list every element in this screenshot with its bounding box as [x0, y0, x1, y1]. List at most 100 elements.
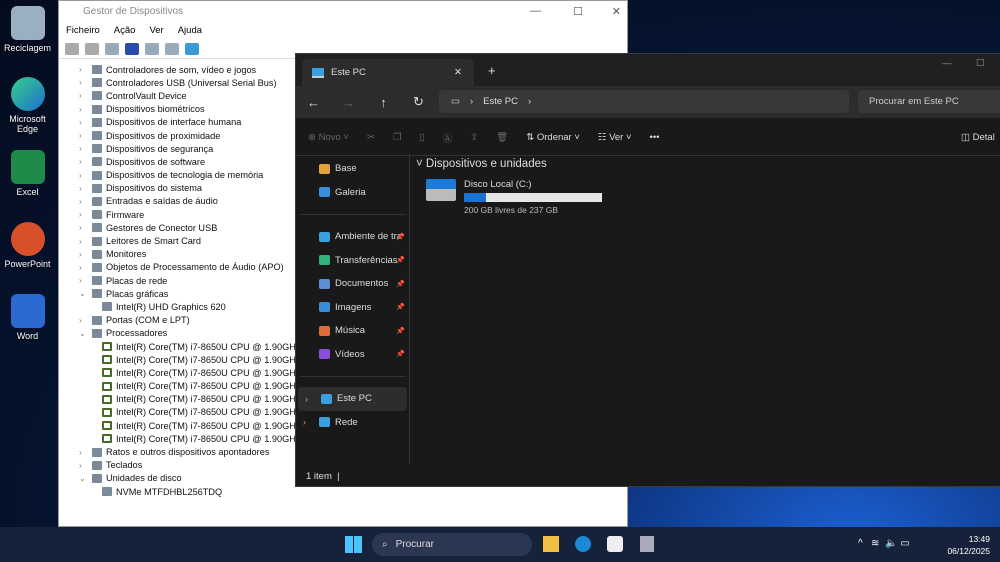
chevron-right-icon[interactable]: ›: [79, 78, 89, 87]
minimize-button[interactable]: —: [530, 5, 541, 17]
tray-icons[interactable]: ^ ≋ 🔈 ▭: [858, 538, 910, 549]
breadcrumb-este-pc[interactable]: Este PC: [483, 96, 518, 107]
drive-c[interactable]: Disco Local (C:) 200 GB livres de 237 GB: [426, 179, 602, 215]
more-button[interactable]: •••: [650, 132, 660, 143]
chevron-right-icon[interactable]: ›: [79, 250, 89, 259]
back-button[interactable]: ←: [296, 95, 331, 110]
forward-icon[interactable]: [85, 42, 99, 55]
up-button[interactable]: ↑: [366, 95, 401, 110]
store-taskbar-icon[interactable]: [607, 536, 623, 552]
search-input[interactable]: Procurar em Este PC: [858, 90, 1000, 113]
chevron-right-icon[interactable]: ›: [79, 461, 89, 470]
chevron-down-icon[interactable]: ⌄: [79, 329, 89, 338]
nav-galeria[interactable]: Galeria: [296, 181, 409, 205]
share-icon[interactable]: ⇪: [470, 132, 478, 143]
device-icon: [92, 328, 102, 338]
device-icon: [92, 289, 102, 299]
nav-pinned-item[interactable]: Documentos 📌: [296, 272, 409, 296]
chevron-right-icon[interactable]: ›: [79, 210, 89, 219]
device-icon: [92, 447, 102, 457]
close-button[interactable]: ✕: [612, 5, 621, 18]
chevron-right-icon[interactable]: ›: [79, 144, 89, 153]
chevron-right-icon[interactable]: ›: [303, 417, 306, 427]
chevron-right-icon[interactable]: ›: [79, 131, 89, 140]
tab-este-pc[interactable]: Este PC ✕: [302, 59, 474, 86]
nav-pinned-item[interactable]: Imagens 📌: [296, 296, 409, 320]
chevron-right-icon[interactable]: ›: [79, 91, 89, 100]
nav-este-pc[interactable]: › Este PC: [298, 387, 407, 411]
device-icon: [92, 460, 102, 470]
chevron-right-icon[interactable]: ›: [79, 105, 89, 114]
navigation-pane: Base Galeria Ambiente de tra 📌 Transferênc…: [296, 154, 410, 464]
chevron-right-icon[interactable]: ›: [305, 394, 308, 404]
section-header[interactable]: ˅ Dispositivos e unidades: [416, 158, 547, 170]
update-driver-icon[interactable]: [165, 42, 179, 55]
nav-pinned-item[interactable]: Música 📌: [296, 319, 409, 343]
cut-icon[interactable]: ✂: [367, 132, 375, 143]
chevron-right-icon[interactable]: ›: [79, 171, 89, 180]
chevron-right-icon[interactable]: ›: [79, 316, 89, 325]
nav-rede[interactable]: › Rede: [296, 411, 409, 435]
menu-ajuda[interactable]: Ajuda: [178, 25, 202, 36]
folder-icon: [319, 325, 330, 336]
chevron-down-icon[interactable]: ⌄: [79, 474, 89, 483]
details-button[interactable]: ◫ Detal: [961, 132, 995, 143]
rename-icon[interactable]: Ⓐ: [443, 131, 453, 145]
forward-button[interactable]: →: [331, 95, 366, 110]
nav-pinned-item[interactable]: Ambiente de tra 📌: [296, 225, 409, 249]
edge-taskbar-icon[interactable]: [575, 536, 591, 552]
maximize-button[interactable]: ☐: [573, 5, 583, 18]
folder-icon: [319, 255, 330, 266]
chevron-right-icon[interactable]: ›: [79, 197, 89, 206]
chevron-right-icon[interactable]: ›: [79, 237, 89, 246]
chevron-right-icon[interactable]: ›: [79, 263, 89, 272]
desktop-icon-powerpoint[interactable]: PowerPoint: [0, 222, 55, 269]
new-button[interactable]: ⊕ Novo ˅: [308, 132, 349, 143]
menu-acao[interactable]: Ação: [114, 25, 136, 36]
device-icon: [102, 421, 112, 431]
desktop-icon-excel[interactable]: Excel: [0, 150, 55, 197]
clock[interactable]: 13:49 06/12/2025: [947, 533, 990, 557]
chevron-right-icon[interactable]: ›: [79, 448, 89, 457]
address-bar[interactable]: ▭ › Este PC ›: [439, 90, 849, 113]
address-bar-row: ← → ↑ ↻ ▭ › Este PC › Procurar em Este PC: [296, 86, 1000, 118]
chevron-right-icon[interactable]: ›: [79, 65, 89, 74]
chevron-right-icon[interactable]: ›: [79, 118, 89, 127]
desktop-icon-word[interactable]: Word: [0, 294, 55, 341]
pin-icon: 📌: [396, 304, 405, 312]
chevron-right-icon[interactable]: ›: [79, 157, 89, 166]
tab-bar: Este PC ✕ + — ☐: [296, 54, 1000, 86]
menu-ficheiro[interactable]: Ficheiro: [66, 25, 100, 36]
paste-icon[interactable]: ▯: [419, 132, 424, 143]
delete-icon[interactable]: 🗑: [496, 132, 508, 143]
device-manager-taskbar-icon[interactable]: [640, 536, 654, 552]
chevron-right-icon[interactable]: ›: [79, 184, 89, 193]
view-button[interactable]: ☷ Ver ˅: [598, 132, 632, 143]
copy-icon[interactable]: ❐: [393, 132, 402, 143]
chevron-right-icon[interactable]: ›: [79, 276, 89, 285]
new-tab-button[interactable]: +: [488, 63, 496, 78]
monitor-icon[interactable]: [185, 42, 199, 55]
nav-pinned-item[interactable]: Vídeos 📌: [296, 343, 409, 367]
close-tab-icon[interactable]: ✕: [454, 67, 462, 78]
file-explorer-taskbar-icon[interactable]: [543, 536, 559, 552]
sort-button[interactable]: ⇅ Ordenar ˅: [526, 132, 580, 143]
help-icon[interactable]: [125, 42, 139, 55]
properties-icon[interactable]: [105, 42, 119, 55]
device-icon: [92, 249, 102, 259]
taskbar-search[interactable]: ⌕ Procurar: [372, 533, 532, 556]
refresh-button[interactable]: ↻: [401, 94, 436, 110]
desktop-icon-edge[interactable]: Microsoft Edge: [0, 77, 55, 134]
chevron-down-icon[interactable]: ⌄: [79, 289, 89, 298]
back-icon[interactable]: [65, 42, 79, 55]
desktop-icon-recycle-bin[interactable]: Reciclagem: [0, 6, 55, 53]
menu-ver[interactable]: Ver: [149, 25, 163, 36]
chevron-right-icon[interactable]: ›: [79, 223, 89, 232]
nav-base[interactable]: Base: [296, 157, 409, 181]
maximize-button[interactable]: ☐: [976, 58, 985, 69]
start-button[interactable]: [345, 536, 362, 553]
nav-pinned-item[interactable]: Transferências 📌: [296, 249, 409, 273]
device-icon: [102, 394, 112, 404]
view-icon[interactable]: [145, 42, 159, 55]
minimize-button[interactable]: —: [942, 58, 952, 69]
